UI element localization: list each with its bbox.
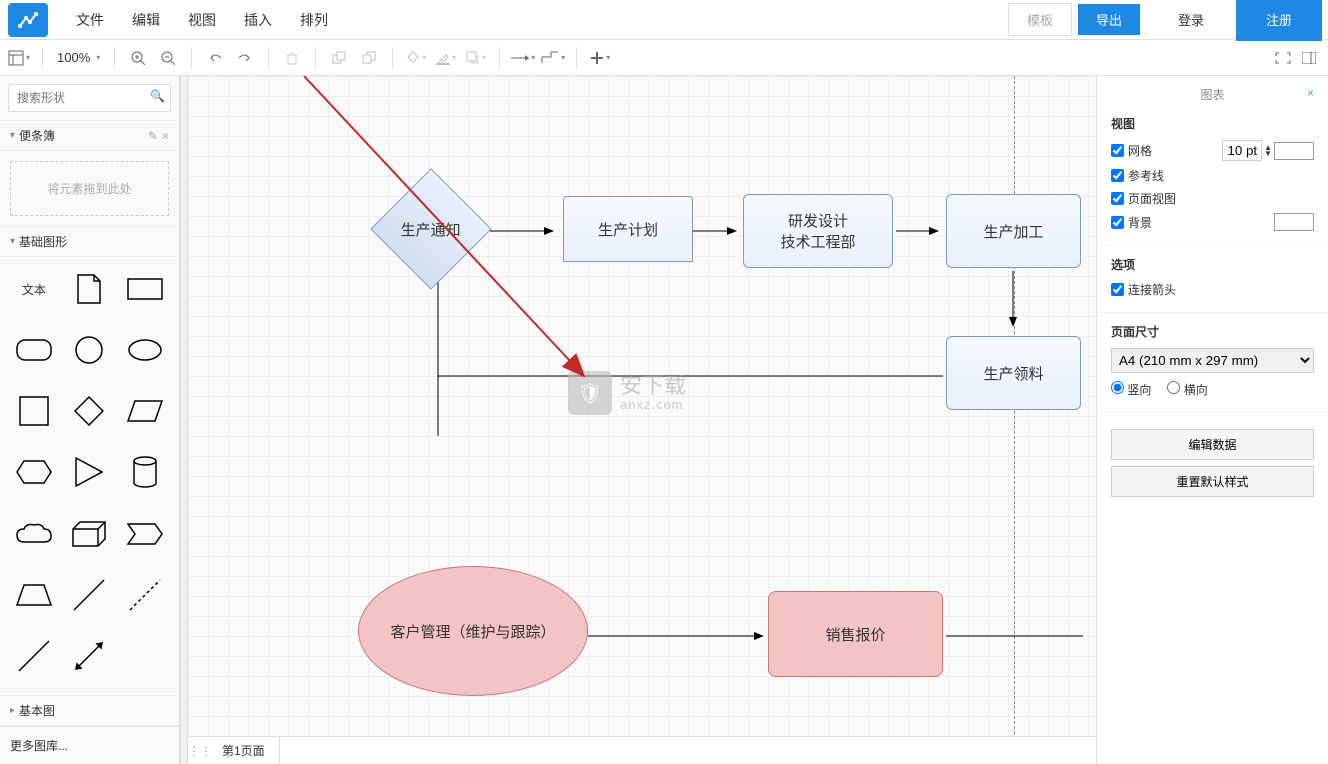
menu-view[interactable]: 视图 [188,10,216,30]
stepper-icon[interactable]: ▲▼ [1264,145,1272,156]
node-customer-mgmt[interactable]: 客户管理（维护与跟踪） [358,566,588,696]
more-shapes-button[interactable]: 更多图库... [0,726,179,764]
panel-title: 图表 [1200,88,1224,102]
page-view-checkbox[interactable]: 页面视图 [1111,190,1176,207]
shape-rounded-rect[interactable] [10,330,58,370]
shape-diamond[interactable] [66,391,114,431]
shape-text[interactable]: 文本 [10,269,58,309]
shape-parallelogram[interactable] [121,391,169,431]
insert-icon[interactable] [587,45,613,71]
undo-icon[interactable] [202,45,228,71]
grid-size-input[interactable] [1222,140,1262,161]
close-scratchpad-icon[interactable]: × [162,129,169,143]
export-button[interactable]: 导出 [1078,4,1140,35]
page-size-head: 页面尺寸 [1111,323,1314,340]
node-production-process[interactable]: 生产加工 [946,194,1081,268]
app-logo[interactable] [8,3,48,37]
shape-page[interactable] [66,269,114,309]
login-button[interactable]: 登录 [1160,4,1222,35]
view-section-head: 视图 [1111,115,1314,132]
shadow-icon[interactable] [463,45,489,71]
shape-rectangle[interactable] [121,269,169,309]
guides-checkbox[interactable]: 参考线 [1111,167,1164,184]
page-tab-1[interactable]: 第1页面 [208,737,280,764]
shape-cylinder[interactable] [121,452,169,492]
tab-drag-handle[interactable]: ⋮⋮ [188,744,208,758]
redo-icon[interactable] [232,45,258,71]
to-front-icon[interactable] [326,45,352,71]
shape-dashed-line[interactable] [121,575,169,615]
node-sales-quote[interactable]: 销售报价 [768,591,943,677]
format-panel-icon[interactable] [1296,45,1322,71]
edit-data-button[interactable]: 编辑数据 [1111,429,1314,460]
shape-circle[interactable] [66,330,114,370]
shape-cloud[interactable] [10,514,58,554]
reset-style-button[interactable]: 重置默认样式 [1111,466,1314,497]
menu-insert[interactable]: 插入 [244,10,272,30]
node-production-pick[interactable]: 生产领料 [946,336,1081,410]
menu-edit[interactable]: 编辑 [132,10,160,30]
node-production-plan[interactable]: 生产计划 [563,196,693,262]
shape-square[interactable] [10,391,58,431]
zoom-out-icon[interactable] [155,45,181,71]
basic-shapes-header[interactable]: 基础图形 [0,226,179,257]
line-color-icon[interactable] [433,45,459,71]
shape-line[interactable] [66,575,114,615]
landscape-radio[interactable]: 横向 [1167,381,1207,398]
register-button[interactable]: 注册 [1236,0,1322,41]
scratchpad-header[interactable]: 便条簿 ✎ × [0,120,179,151]
basic-diagram-header[interactable]: 基本图 [0,695,179,726]
left-splitter[interactable] [180,76,188,764]
shape-hexagon[interactable] [10,452,58,492]
search-icon[interactable]: 🔍 [150,89,165,103]
background-checkbox[interactable]: 背景 [1111,214,1152,231]
connector-style-icon[interactable] [510,45,536,71]
menu-file[interactable]: 文件 [76,10,104,30]
page-size-select[interactable]: A4 (210 mm x 297 mm) [1111,348,1314,373]
shape-ellipse[interactable] [121,330,169,370]
template-button[interactable]: 模板 [1008,3,1072,36]
grid-color-swatch[interactable] [1274,142,1314,160]
connect-arrows-checkbox[interactable]: 连接箭头 [1111,281,1176,298]
pencil-icon[interactable]: ✎ [148,129,158,143]
search-input[interactable] [8,84,171,112]
delete-icon[interactable] [279,45,305,71]
portrait-radio[interactable]: 竖向 [1111,381,1151,398]
shape-bi-arrow[interactable] [66,636,114,676]
fill-color-icon[interactable] [403,45,429,71]
scratchpad-dropzone[interactable]: 将元素拖到此处 [10,161,169,216]
zoom-in-icon[interactable] [125,45,151,71]
fullscreen-icon[interactable] [1270,45,1296,71]
menu-arrange[interactable]: 排列 [300,10,328,30]
shape-trapezoid[interactable] [10,575,58,615]
to-back-icon[interactable] [356,45,382,71]
close-panel-icon[interactable]: × [1307,86,1314,100]
node-rd-dept[interactable]: 研发设计 技术工程部 [743,194,893,268]
shape-step[interactable] [121,514,169,554]
grid-checkbox[interactable]: 网格 [1111,142,1152,159]
background-color-swatch[interactable] [1274,213,1314,231]
options-section-head: 选项 [1111,256,1314,273]
waypoint-style-icon[interactable] [540,45,566,71]
page-layout-button[interactable] [6,45,32,71]
diagram-canvas[interactable]: 生产通知 生产计划 研发设计 技术工程部 生产加工 生产领料 客户管理（维护与跟… [188,76,1096,764]
shape-cube[interactable] [66,514,114,554]
zoom-level[interactable]: 100% [53,50,104,65]
shape-triangle[interactable] [66,452,114,492]
shape-line2[interactable] [10,636,58,676]
